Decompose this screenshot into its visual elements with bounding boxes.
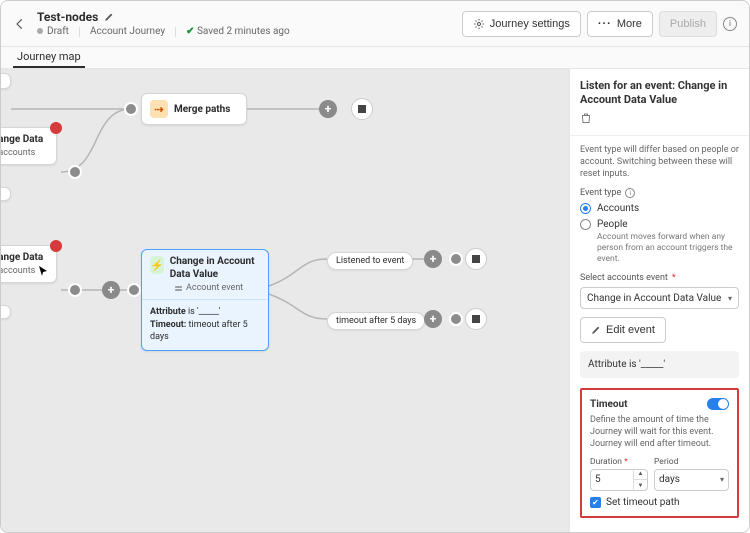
chevron-down-icon: ▾	[728, 294, 732, 303]
node-fragment-top[interactable]	[1, 73, 11, 89]
bolt-icon: ⚡	[150, 256, 164, 274]
node-title: Change in Account Data Value	[170, 256, 260, 281]
select-accounts-event[interactable]: Change in Account Data Value▾	[580, 287, 739, 309]
add-node-button[interactable]: +	[319, 100, 337, 118]
add-node-button[interactable]: +	[424, 310, 442, 328]
node-change-data-1[interactable]: Change Data on accounts	[1, 127, 57, 165]
node-port[interactable]	[449, 252, 463, 266]
branch-pill-listened[interactable]: Listened to event	[327, 252, 413, 270]
publish-button[interactable]: Publish	[659, 11, 717, 37]
node-port[interactable]	[127, 283, 141, 297]
saved-status: ✔ Saved 2 minutes ago	[186, 26, 290, 37]
error-badge	[50, 122, 62, 134]
back-icon[interactable]	[13, 17, 27, 31]
timeout-toggle[interactable]	[707, 398, 729, 410]
set-timeout-path-checkbox[interactable]: ✔Set timeout path	[590, 497, 729, 508]
duration-input[interactable]: 5 ▲▼	[590, 469, 648, 491]
pencil-icon[interactable]	[104, 12, 114, 22]
end-node[interactable]	[465, 308, 487, 330]
node-fragment[interactable]	[1, 305, 11, 319]
duration-stepper[interactable]: ▲▼	[633, 469, 647, 491]
end-node[interactable]	[351, 98, 373, 120]
more-button[interactable]: ··· More	[587, 11, 653, 37]
panel-title: Listen for an event: Change in Account D…	[580, 79, 739, 108]
merge-icon: ⇢	[150, 100, 168, 118]
error-badge	[50, 240, 62, 252]
node-title: Merge paths	[174, 104, 230, 115]
period-select[interactable]: days▾	[654, 469, 729, 491]
node-port[interactable]	[68, 283, 82, 297]
node-tag: Account event	[186, 283, 243, 293]
dots-icon: ···	[598, 18, 612, 30]
info-icon[interactable]: i	[625, 188, 635, 198]
status-draft: Draft	[37, 26, 69, 37]
node-port[interactable]	[449, 312, 463, 326]
node-port[interactable]	[68, 165, 82, 179]
info-icon[interactable]: i	[723, 17, 737, 31]
panel-help-text: Event type will differ based on people o…	[580, 144, 739, 180]
gear-icon	[473, 18, 485, 30]
period-label: Period	[654, 457, 729, 467]
node-change-account-data[interactable]: ⚡ Change in Account Data Value Account e…	[141, 249, 269, 351]
node-change-data-2[interactable]: Change Data on accounts	[1, 245, 57, 283]
tab-journey-map[interactable]: Journey map	[13, 46, 85, 68]
account-icon	[174, 284, 183, 293]
node-fragment[interactable]	[1, 187, 11, 201]
node-merge-paths[interactable]: ⇢ Merge paths	[141, 93, 247, 125]
branch-pill-timeout[interactable]: timeout after 5 days	[327, 312, 425, 330]
add-node-button[interactable]: +	[424, 250, 442, 268]
node-port[interactable]	[124, 102, 138, 116]
timeout-section: Timeout Define the amount of time the Jo…	[580, 388, 739, 517]
journey-canvas[interactable]: ⇢ Merge paths + Change Data on accounts C…	[1, 69, 569, 532]
radio-accounts[interactable]: Accounts	[580, 203, 739, 214]
properties-panel: Listen for an event: Change in Account D…	[569, 69, 749, 532]
trash-icon[interactable]	[580, 112, 592, 124]
add-node-button[interactable]: +	[102, 281, 120, 299]
cursor-icon	[37, 265, 49, 277]
people-option-desc: Account moves forward when any person fr…	[597, 232, 739, 265]
radio-people[interactable]: People	[580, 219, 739, 230]
pencil-icon	[591, 325, 601, 335]
duration-label: Duration *	[590, 457, 648, 467]
timeout-desc: Define the amount of time the Journey wi…	[590, 414, 729, 450]
edit-event-button[interactable]: Edit event	[580, 317, 666, 343]
journey-settings-button[interactable]: Journey settings	[462, 11, 581, 37]
attribute-summary-box: Attribute is '_____'	[580, 351, 739, 378]
chevron-down-icon: ▾	[720, 475, 724, 484]
journey-title: Test-nodes	[37, 10, 98, 24]
timeout-title: Timeout	[590, 399, 628, 410]
journey-type: Account Journey	[90, 26, 165, 37]
event-type-label: Event type i	[580, 188, 739, 198]
end-node[interactable]	[465, 248, 487, 270]
select-event-label: Select accounts event *	[580, 273, 739, 283]
